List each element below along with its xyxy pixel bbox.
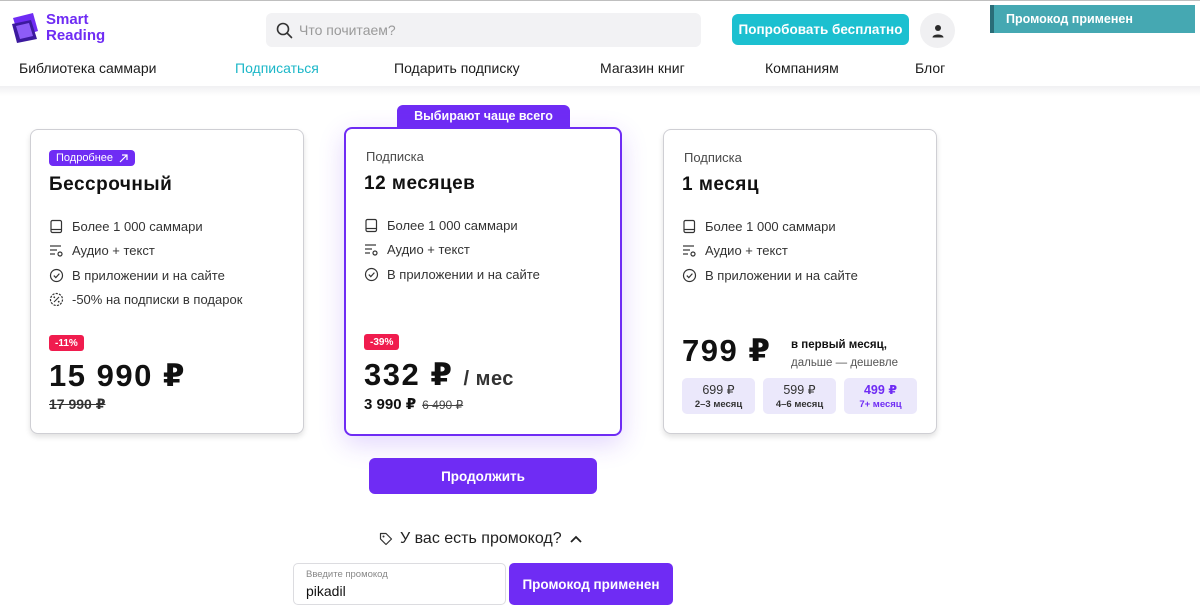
feature-item: В приложении и на сайте bbox=[682, 263, 858, 288]
tier-months: 7+ месяц bbox=[859, 399, 902, 410]
feature-item: Аудио + текст bbox=[364, 238, 540, 263]
header-divider bbox=[0, 86, 1200, 96]
feature-text: В приложении и на сайте bbox=[387, 266, 540, 282]
book-icon bbox=[50, 219, 63, 233]
price-row: 332 ₽ / мес bbox=[364, 357, 514, 393]
feature-text: Более 1 000 саммари bbox=[72, 218, 203, 234]
feature-item: -50% на подписки в подарок bbox=[49, 288, 242, 313]
continue-button[interactable]: Продолжить bbox=[369, 458, 597, 494]
feature-text: Более 1 000 саммари bbox=[387, 217, 518, 233]
feature-item: Аудио + текст bbox=[49, 239, 242, 264]
promo-code-field[interactable]: Введите промокод bbox=[293, 563, 506, 605]
promo-code-input[interactable] bbox=[306, 583, 491, 599]
feature-list: Более 1 000 саммари Аудио + текст В прил… bbox=[364, 213, 540, 287]
plan-name: 1 месяц bbox=[682, 174, 760, 195]
feature-item: Более 1 000 саммари bbox=[364, 213, 540, 238]
first-month-line1: в первый месяц, bbox=[791, 339, 887, 351]
price-period: / мес bbox=[463, 368, 514, 390]
check-circle-icon bbox=[49, 268, 64, 282]
old-total-price: 6 490 ₽ bbox=[422, 398, 464, 412]
main-nav: Библиотека саммари Подписаться Подарить … bbox=[0, 60, 1200, 82]
price: 332 ₽ bbox=[364, 357, 454, 392]
book-icon bbox=[683, 219, 696, 233]
nav-item-book-store[interactable]: Магазин книг bbox=[600, 60, 685, 76]
logo-text-line2: Reading bbox=[46, 27, 106, 44]
logo[interactable]: Smart Reading bbox=[11, 12, 105, 44]
price-tier: 599 ₽ 4–6 месяц bbox=[763, 378, 836, 414]
chevron-up-icon bbox=[569, 535, 582, 543]
tier-price: 499 ₽ bbox=[863, 383, 898, 397]
total-price-row: 3 990 ₽ 6 490 ₽ bbox=[364, 395, 463, 413]
promo-code-toggle[interactable]: У вас есть промокод? bbox=[379, 530, 583, 548]
feature-text: Аудио + текст bbox=[72, 243, 155, 259]
nav-item-gift-subscription[interactable]: Подарить подписку bbox=[394, 60, 520, 76]
nav-item-subscribe[interactable]: Подписаться bbox=[235, 60, 319, 76]
tier-months: 2–3 месяц bbox=[694, 399, 743, 410]
user-icon bbox=[932, 24, 943, 37]
nav-item-blog[interactable]: Блог bbox=[915, 60, 945, 76]
plan-card-12-months[interactable]: Подписка 12 месяцев Более 1 000 саммари … bbox=[344, 127, 622, 436]
feature-item: В приложении и на сайте bbox=[49, 263, 242, 288]
feature-text: Более 1 000 саммари bbox=[705, 218, 836, 234]
arrow-up-right-icon bbox=[119, 153, 128, 162]
discount-badge-icon bbox=[49, 293, 64, 307]
feature-item: Аудио + текст bbox=[682, 239, 858, 264]
feature-item: Более 1 000 саммари bbox=[682, 214, 858, 239]
promo-toggle-label: У вас есть промокод? bbox=[400, 530, 562, 547]
popular-badge: Выбирают чаще всего bbox=[397, 105, 570, 127]
promo-field-label: Введите промокод bbox=[306, 569, 388, 580]
book-icon bbox=[365, 218, 378, 232]
apply-promo-button[interactable]: Промокод применен bbox=[509, 563, 673, 605]
audio-text-icon bbox=[50, 245, 63, 257]
plan-kind: Подписка bbox=[366, 149, 424, 164]
search-input[interactable] bbox=[299, 22, 679, 38]
tier-price: 599 ₽ bbox=[783, 383, 816, 397]
details-tag-label: Подробнее bbox=[56, 152, 114, 164]
feature-item: В приложении и на сайте bbox=[364, 262, 540, 287]
logo-icon bbox=[12, 13, 38, 43]
price-tiers: 699 ₽ 2–3 месяц 599 ₽ 4–6 месяц 499 ₽ 7+… bbox=[682, 378, 917, 414]
check-circle-icon bbox=[364, 267, 379, 281]
feature-text: В приложении и на сайте bbox=[705, 267, 858, 283]
audio-text-icon bbox=[683, 245, 696, 257]
plan-name: 12 месяцев bbox=[364, 173, 476, 194]
discount-badge: -39% bbox=[364, 334, 400, 350]
price: 15 990 ₽ bbox=[49, 358, 186, 393]
price-tier: 499 ₽ 7+ месяц bbox=[844, 378, 917, 414]
plan-card-lifetime[interactable]: Подробнее Бессрочный Более 1 000 саммари… bbox=[30, 129, 304, 434]
feature-list: Более 1 000 саммари Аудио + текст В прил… bbox=[682, 214, 858, 288]
top-border bbox=[0, 0, 1200, 1]
feature-text: В приложении и на сайте bbox=[72, 267, 225, 283]
check-circle-icon bbox=[682, 268, 697, 282]
search-icon bbox=[276, 22, 293, 38]
audio-text-icon bbox=[365, 244, 378, 256]
search-bar[interactable] bbox=[266, 13, 701, 47]
total-price: 3 990 ₽ bbox=[364, 396, 417, 413]
discount-badge: -11% bbox=[49, 335, 84, 351]
plan-kind: Подписка bbox=[684, 150, 742, 165]
feature-list: Более 1 000 саммари Аудио + текст В прил… bbox=[49, 214, 242, 312]
feature-item: Более 1 000 саммари bbox=[49, 214, 242, 239]
tag-icon bbox=[379, 532, 393, 546]
tier-price: 699 ₽ bbox=[702, 383, 735, 397]
details-tag[interactable]: Подробнее bbox=[49, 150, 136, 166]
price-tier: 699 ₽ 2–3 месяц bbox=[682, 378, 755, 414]
nav-item-library[interactable]: Библиотека саммари bbox=[19, 60, 156, 76]
nav-item-companies[interactable]: Компаниям bbox=[765, 60, 839, 76]
plan-name: Бессрочный bbox=[49, 174, 173, 195]
promo-applied-toast: Промокод применен bbox=[990, 5, 1195, 33]
feature-text: -50% на подписки в подарок bbox=[72, 292, 243, 308]
user-account-button[interactable] bbox=[920, 13, 955, 48]
try-free-button[interactable]: Попробовать бесплатно bbox=[732, 14, 909, 45]
first-month-note: в первый месяц, дальше — дешевле bbox=[791, 336, 898, 372]
plan-card-1-month[interactable]: Подписка 1 месяц Более 1 000 саммари Ауд… bbox=[663, 129, 937, 434]
feature-text: Аудио + текст bbox=[705, 243, 788, 259]
logo-text-line1: Smart bbox=[46, 11, 89, 28]
feature-text: Аудио + текст bbox=[387, 242, 470, 258]
old-price: 17 990 ₽ bbox=[49, 396, 106, 412]
tier-months: 4–6 месяц bbox=[775, 399, 824, 410]
first-month-line2: дальше — дешевле bbox=[791, 357, 898, 369]
price: 799 ₽ bbox=[682, 333, 772, 368]
